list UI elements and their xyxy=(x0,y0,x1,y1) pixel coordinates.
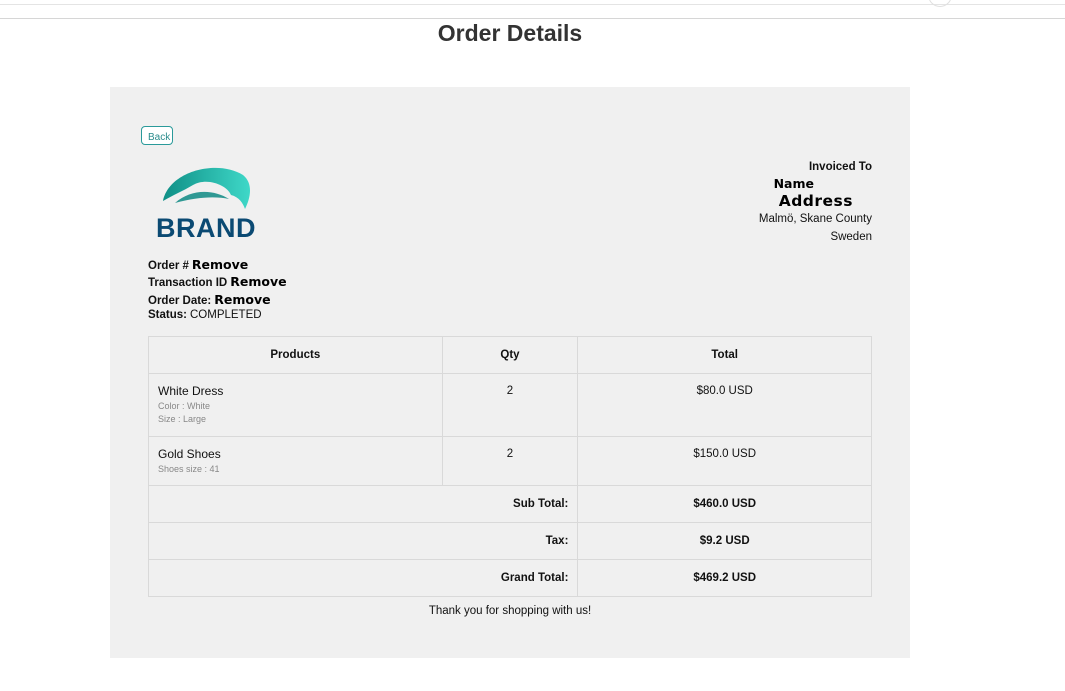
tax-value: $9.2 USD xyxy=(577,522,872,560)
customer-country: Sweden xyxy=(830,231,872,243)
order-date-value: Remove xyxy=(214,292,271,307)
browser-top-border xyxy=(0,4,1065,5)
order-number-value: Remove xyxy=(191,257,249,272)
customer-name: Name xyxy=(773,176,814,191)
thank-you-message: Thank you for shopping with us! xyxy=(428,605,592,617)
table-row: Gold Shoes Shoes size : 41 2 $150.0 USD xyxy=(148,436,872,486)
column-header-total: Total xyxy=(577,336,872,374)
tax-row: Tax: $9.2 USD xyxy=(147,522,872,560)
order-date-label: Order Date: xyxy=(148,295,212,307)
order-status-label: Status: xyxy=(148,309,187,321)
order-number-row: Order # Remove xyxy=(148,257,248,272)
brand-logo-icon: BRAND xyxy=(156,167,255,241)
product-name: Gold Shoes xyxy=(158,447,221,461)
product-cell: White Dress Color : White Size : Large xyxy=(148,373,443,437)
column-header-qty: Qty xyxy=(441,336,579,374)
product-qty: 2 xyxy=(441,436,579,486)
tax-label: Tax: xyxy=(147,522,579,560)
partial-circle-icon xyxy=(928,0,952,7)
page-title: Order Details xyxy=(437,20,583,46)
order-status-value: COMPLETED xyxy=(189,309,262,321)
product-total: $150.0 USD xyxy=(577,436,872,486)
transaction-id-value: Remove xyxy=(230,274,287,289)
order-date-row: Order Date: Remove xyxy=(148,292,271,307)
product-name: White Dress xyxy=(158,384,224,398)
table-row: White Dress Color : White Size : Large 2… xyxy=(148,373,872,437)
customer-address: Address xyxy=(778,192,853,210)
product-option: Shoes size : 41 xyxy=(158,464,220,474)
invoiced-to-label: Invoiced To xyxy=(808,161,872,173)
header-divider xyxy=(0,18,1065,19)
grand-total-row: Grand Total: $469.2 USD xyxy=(147,559,872,597)
customer-city: Malmö, Skane County xyxy=(758,213,872,225)
back-button[interactable]: Back xyxy=(141,126,173,145)
subtotal-row: Sub Total: $460.0 USD xyxy=(147,485,872,523)
product-qty: 2 xyxy=(441,373,579,437)
transaction-id-label: Transaction ID xyxy=(148,277,228,289)
transaction-id-row: Transaction ID Remove xyxy=(148,274,287,289)
subtotal-label: Sub Total: xyxy=(147,485,579,523)
order-number-label: Order # xyxy=(148,260,189,272)
product-option: Color : White xyxy=(158,401,211,411)
product-cell: Gold Shoes Shoes size : 41 xyxy=(148,436,443,486)
product-total: $80.0 USD xyxy=(577,373,872,437)
grand-total-value: $469.2 USD xyxy=(577,559,872,597)
invoiced-to-block: Invoiced To Name Address Malmö, Skane Co… xyxy=(759,161,872,246)
brand-logo-text: BRAND xyxy=(156,213,255,241)
brand-logo: BRAND xyxy=(155,163,255,241)
order-panel: Back BRAND Order # Remove Transaction ID R… xyxy=(110,87,910,658)
column-header-products: Products xyxy=(148,336,443,374)
order-status-row: Status: COMPLETED xyxy=(148,309,262,321)
subtotal-value: $460.0 USD xyxy=(577,485,872,523)
order-items-table: Products Qty Total White Dress Color : W… xyxy=(147,336,872,597)
grand-total-label: Grand Total: xyxy=(147,559,579,597)
product-option: Size : Large xyxy=(158,414,207,424)
table-header-row: Products Qty Total xyxy=(148,336,872,374)
